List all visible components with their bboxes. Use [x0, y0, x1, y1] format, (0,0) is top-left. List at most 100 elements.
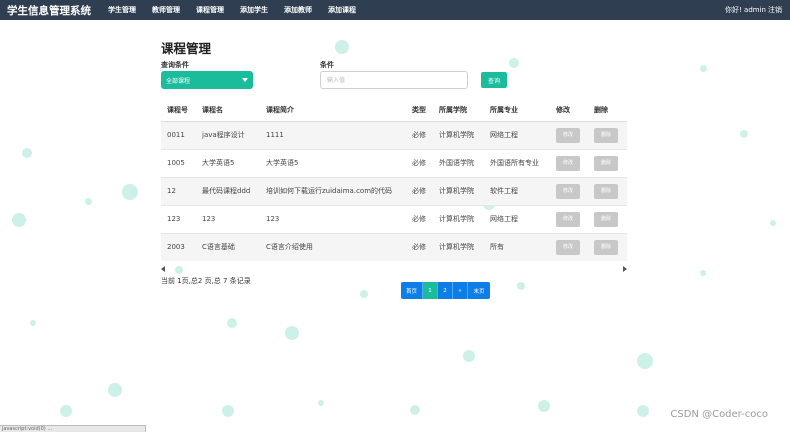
course-table: 课程号 课程名 课程简介 类型 所属学院 所属专业 修改 删除 0011 jav… [161, 99, 627, 261]
horizontal-scrollbar[interactable] [161, 265, 627, 273]
cell-course-intro: 培训如何下载运行zuidaima.com的代码 [260, 176, 406, 205]
edit-button[interactable]: 修改 [556, 239, 580, 255]
nav-course-management[interactable]: 课程管理 [196, 5, 224, 15]
bubble [122, 184, 138, 200]
cell-course-type: 必修 [406, 232, 433, 261]
logout-link[interactable]: 注销 [768, 5, 782, 15]
bubble [700, 65, 707, 72]
bubble [222, 405, 234, 417]
cell-course-intro: 1111 [260, 120, 406, 149]
bubble [517, 282, 525, 290]
nav-add-course[interactable]: 添加课程 [328, 5, 356, 15]
cell-delete: 删除 [588, 176, 627, 205]
app-brand[interactable]: 学生信息管理系统 [7, 3, 91, 18]
bubble [60, 405, 72, 417]
cell-course-intro: 大学英语5 [260, 148, 406, 177]
bubble [12, 213, 26, 227]
nav-student-management[interactable]: 学生管理 [108, 5, 136, 15]
bubble [538, 400, 550, 412]
cell-major: 网络工程 [484, 120, 550, 149]
bubble [30, 320, 36, 326]
course-table-wrapper: 课程号 课程名 课程简介 类型 所属学院 所属专业 修改 删除 0011 jav… [161, 99, 627, 261]
top-navbar: 学生信息管理系统 学生管理 教师管理 课程管理 添加学生 添加教师 添加课程 你… [0, 0, 790, 20]
cell-edit: 修改 [550, 148, 588, 177]
column-header: 修改 [550, 99, 588, 122]
cell-college: 计算机学院 [433, 120, 484, 149]
column-header: 课程号 [161, 99, 196, 122]
bubble [108, 383, 122, 397]
cell-major: 外国语所有专业 [484, 148, 550, 177]
cell-delete: 删除 [588, 204, 627, 233]
delete-button[interactable]: 删除 [594, 155, 618, 171]
column-header: 所属专业 [484, 99, 550, 122]
bubble [770, 220, 776, 226]
bubble [637, 405, 649, 417]
cell-delete: 删除 [588, 232, 627, 261]
bubble [740, 130, 748, 138]
bubble [637, 353, 653, 369]
scroll-left-arrow-icon[interactable] [161, 266, 165, 272]
search-input[interactable] [320, 71, 468, 89]
cell-course-type: 必修 [406, 176, 433, 205]
bubble [285, 326, 299, 340]
cell-edit: 修改 [550, 120, 588, 149]
cell-course-name: C语言基础 [196, 232, 260, 261]
table-row: 0011 java程序设计 1111 必修 计算机学院 网络工程 修改 删除 [161, 120, 627, 149]
scroll-right-arrow-icon[interactable] [623, 266, 627, 272]
page-button-2[interactable]: 2 [438, 282, 453, 299]
cell-major: 所有 [484, 232, 550, 261]
edit-button[interactable]: 修改 [556, 211, 580, 227]
user-area: 你好! admin 注销 [725, 0, 782, 20]
cell-college: 计算机学院 [433, 204, 484, 233]
delete-button[interactable]: 删除 [594, 127, 618, 143]
cell-college: 外国语学院 [433, 148, 484, 177]
query-condition-label: 查询条件 [161, 61, 189, 69]
cell-college: 计算机学院 [433, 232, 484, 261]
course-filter-select[interactable]: 全部课程 [161, 71, 253, 89]
cell-course-name: 大学英语5 [196, 148, 260, 177]
cell-delete: 删除 [588, 120, 627, 149]
welcome-text: 你好! admin [725, 6, 766, 14]
cell-course-id: 1005 [161, 148, 196, 177]
filter-bar: 查询条件 全部课程 条件 查询 [161, 60, 627, 92]
nav-teacher-management[interactable]: 教师管理 [152, 5, 180, 15]
first-page-button[interactable]: 首页 [401, 282, 423, 299]
page-button-1[interactable]: 1 [423, 282, 438, 299]
column-header: 删除 [588, 99, 627, 122]
cell-course-type: 必修 [406, 148, 433, 177]
select-value: 全部课程 [166, 77, 191, 85]
column-header: 所属学院 [433, 99, 484, 122]
column-header: 类型 [406, 99, 433, 122]
cell-edit: 修改 [550, 232, 588, 261]
main-content: 课程管理 查询条件 全部课程 条件 查询 课程号 课程名 课程简介 类型 所属学… [161, 38, 627, 299]
nav-add-student[interactable]: 添加学生 [240, 5, 268, 15]
csdn-watermark: CSDN @Coder-coco [670, 409, 768, 420]
edit-button[interactable]: 修改 [556, 155, 580, 171]
bubble [227, 318, 237, 328]
next-page-button[interactable]: » [453, 282, 468, 299]
pagination: 首页 1 2 » 末页 [401, 282, 490, 299]
bubble [318, 400, 324, 406]
search-button[interactable]: 查询 [481, 72, 507, 88]
delete-button[interactable]: 删除 [594, 211, 618, 227]
last-page-button[interactable]: 末页 [468, 282, 490, 299]
cell-course-id: 123 [161, 204, 196, 233]
cell-course-type: 必修 [406, 120, 433, 149]
bubble [360, 290, 368, 298]
bubble [85, 198, 92, 205]
table-row: 2003 C语言基础 C语言介绍使用 必修 计算机学院 所有 修改 删除 [161, 232, 627, 261]
cell-edit: 修改 [550, 204, 588, 233]
cell-course-name: 最代码课程ddd [196, 176, 260, 205]
delete-button[interactable]: 删除 [594, 183, 618, 199]
cell-course-name: java程序设计 [196, 120, 260, 149]
cell-delete: 删除 [588, 148, 627, 177]
bubble [463, 350, 475, 362]
delete-button[interactable]: 删除 [594, 239, 618, 255]
cell-course-id: 12 [161, 176, 196, 205]
nav-add-teacher[interactable]: 添加教师 [284, 5, 312, 15]
cell-course-name: 123 [196, 204, 260, 233]
column-header: 课程简介 [260, 99, 406, 122]
bubble [410, 405, 420, 415]
edit-button[interactable]: 修改 [556, 183, 580, 199]
edit-button[interactable]: 修改 [556, 127, 580, 143]
